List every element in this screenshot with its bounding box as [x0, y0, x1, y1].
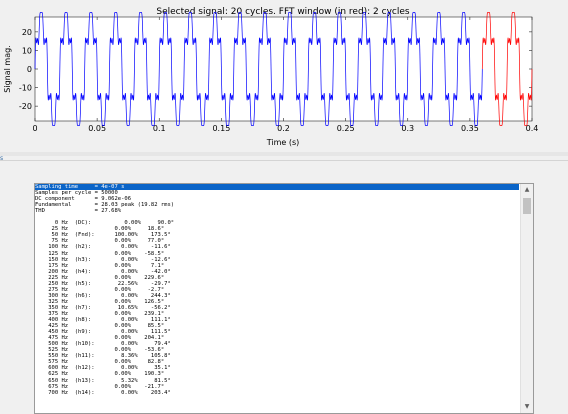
- x-tick-label: 0.3: [401, 124, 414, 133]
- y-tick-label: 10: [22, 46, 32, 55]
- signal-plot-area: Selected signal: 20 cycles. FFT window (…: [0, 0, 568, 152]
- fft-results-listbox[interactable]: Sampling time = 4e-07 s Samples per cycle…: [34, 183, 534, 414]
- y-tick-label: -10: [19, 84, 32, 93]
- x-tick-label: 0.4: [526, 124, 539, 133]
- signal-chart: Selected signal: 20 cycles. FFT window (…: [3, 7, 539, 147]
- x-tick-label: 0: [32, 124, 37, 133]
- y-axis-label: Signal mag.: [3, 45, 12, 92]
- y-tick-label: -20: [19, 102, 32, 111]
- vertical-scrollbar[interactable]: ▲ ▼: [520, 184, 533, 413]
- x-axis-label: Time (s): [266, 138, 300, 147]
- x-tick-label: 0.2: [277, 124, 290, 133]
- scrollbar-thumb[interactable]: [523, 198, 531, 214]
- fft-report: Sampling time = 4e-07 s Samples per cycle…: [35, 184, 519, 396]
- harmonic-row[interactable]: 700 Hz (h14): 0.00% 203.4°: [35, 390, 519, 396]
- y-tick-label: 0: [27, 65, 32, 74]
- y-tick-label: 20: [22, 28, 32, 37]
- chart-title: Selected signal: 20 cycles. FFT window (…: [156, 7, 410, 17]
- divider: [0, 160, 568, 161]
- scroll-down-icon[interactable]: ▼: [521, 401, 533, 413]
- panel-splitter[interactable]: [0, 152, 568, 156]
- scroll-up-icon[interactable]: ▲: [521, 184, 533, 196]
- x-tick-label: 0.1: [153, 124, 166, 133]
